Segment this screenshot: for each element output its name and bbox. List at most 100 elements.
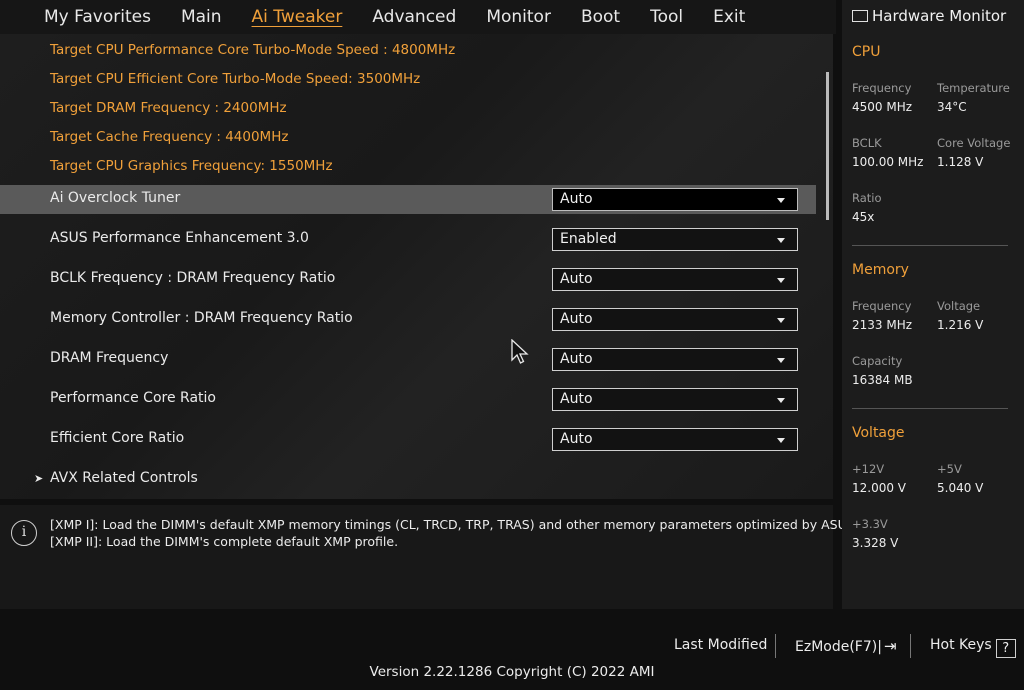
dropdown-value: Enabled: [560, 231, 617, 247]
chevron-right-icon: ➤: [34, 472, 44, 485]
target-cpu-p-core-speed: Target CPU Performance Core Turbo-Mode S…: [50, 42, 456, 58]
chevron-down-icon: [777, 238, 785, 243]
help-text-xmp-1: [XMP I]: Load the DIMM's default XMP mem…: [50, 517, 859, 532]
submenu-label: AVX Related Controls: [50, 470, 198, 486]
setting-bclk-dram-ratio[interactable]: BCLK Frequency : DRAM Frequency Ratio Au…: [0, 265, 816, 294]
setting-performance-core-ratio[interactable]: Performance Core Ratio Auto: [0, 385, 816, 414]
core-voltage-label: Core Voltage: [937, 136, 1011, 150]
ai-overclock-tuner-select[interactable]: Auto: [552, 188, 798, 211]
voltage-3v3-label: +3.3V: [852, 517, 888, 531]
tab-my-favorites[interactable]: My Favorites: [0, 0, 166, 34]
question-icon: ?: [995, 639, 1016, 658]
target-cpu-graphics-frequency: Target CPU Graphics Frequency: 1550MHz: [50, 158, 333, 174]
core-voltage-value: 1.128 V: [937, 155, 984, 169]
hardware-monitor-label: Hardware Monitor: [872, 7, 1007, 25]
cpu-section-title: CPU: [852, 44, 881, 60]
memory-capacity-value: 16384 MB: [852, 373, 913, 387]
chevron-down-icon: [777, 438, 785, 443]
voltage-5v-value: 5.040 V: [937, 481, 984, 495]
dram-frequency-select[interactable]: Auto: [552, 348, 798, 371]
hot-keys-button[interactable]: Hot Keys?: [930, 637, 1016, 658]
ratio-label: Ratio: [852, 191, 882, 205]
bclk-label: BCLK: [852, 136, 882, 150]
chevron-down-icon: [777, 358, 785, 363]
memory-voltage-label: Voltage: [937, 299, 981, 313]
setting-memory-controller-dram-ratio[interactable]: Memory Controller : DRAM Frequency Ratio…: [0, 305, 816, 334]
ezmode-button[interactable]: EzMode(F7)| ⇥: [795, 637, 897, 655]
tab-boot[interactable]: Boot: [566, 0, 635, 34]
memory-section-title: Memory: [852, 262, 909, 278]
target-cache-frequency: Target Cache Frequency : 4400MHz: [50, 129, 289, 145]
setting-label: BCLK Frequency : DRAM Frequency Ratio: [50, 270, 336, 286]
tab-tool[interactable]: Tool: [635, 0, 698, 34]
dropdown-value: Auto: [560, 311, 593, 327]
cpu-frequency-value: 4500 MHz: [852, 100, 913, 114]
cpu-temperature-value: 34°C: [937, 100, 967, 114]
settings-panel: Target CPU Performance Core Turbo-Mode S…: [0, 34, 833, 499]
setting-label: DRAM Frequency: [50, 350, 169, 366]
tab-ai-tweaker[interactable]: Ai Tweaker: [237, 0, 358, 34]
footer-separator: [775, 634, 776, 658]
setting-label: Performance Core Ratio: [50, 390, 216, 406]
tab-advanced[interactable]: Advanced: [357, 0, 471, 34]
voltage-section-title: Voltage: [852, 425, 905, 441]
hardware-monitor-panel: Hardware Monitor CPU Frequency 4500 MHz …: [842, 0, 1024, 609]
voltage-3v3-value: 3.328 V: [852, 536, 899, 550]
top-menu-bar: My Favorites Main Ai Tweaker Advanced Mo…: [0, 0, 836, 34]
submenu-avx-related-controls[interactable]: ➤ AVX Related Controls: [34, 470, 198, 486]
chevron-down-icon: [777, 318, 785, 323]
hardware-monitor-title: Hardware Monitor: [852, 7, 1006, 25]
tab-main[interactable]: Main: [166, 0, 237, 34]
divider: [852, 245, 1008, 246]
chevron-down-icon: [777, 398, 785, 403]
info-icon: i: [11, 520, 37, 546]
efficient-core-ratio-select[interactable]: Auto: [552, 428, 798, 451]
tab-monitor[interactable]: Monitor: [471, 0, 566, 34]
performance-core-ratio-select[interactable]: Auto: [552, 388, 798, 411]
dropdown-value: Auto: [560, 431, 593, 447]
setting-label: Efficient Core Ratio: [50, 430, 185, 446]
setting-ai-overclock-tuner[interactable]: Ai Overclock Tuner Auto: [0, 185, 816, 214]
version-text: Version 2.22.1286 Copyright (C) 2022 AMI: [369, 664, 655, 680]
target-cpu-e-core-speed: Target CPU Efficient Core Turbo-Mode Spe…: [50, 71, 421, 87]
tab-exit[interactable]: Exit: [698, 0, 760, 34]
bclk-dram-ratio-select[interactable]: Auto: [552, 268, 798, 291]
ezmode-label: EzMode(F7)|: [795, 639, 882, 655]
footer-separator: [910, 634, 911, 658]
voltage-5v-label: +5V: [937, 462, 962, 476]
memory-voltage-value: 1.216 V: [937, 318, 984, 332]
memory-capacity-label: Capacity: [852, 354, 903, 368]
help-panel: i [XMP I]: Load the DIMM's default XMP m…: [0, 505, 859, 609]
dropdown-value: Auto: [560, 271, 593, 287]
divider: [852, 408, 1008, 409]
memory-controller-dram-ratio-select[interactable]: Auto: [552, 308, 798, 331]
dropdown-value: Auto: [560, 391, 593, 407]
setting-label: ASUS Performance Enhancement 3.0: [50, 230, 309, 246]
setting-label: Ai Overclock Tuner: [50, 190, 181, 206]
dropdown-value: Auto: [560, 351, 593, 367]
asus-performance-enhancement-select[interactable]: Enabled: [552, 228, 798, 251]
hot-keys-label: Hot Keys: [930, 637, 992, 653]
ratio-value: 45x: [852, 210, 875, 224]
last-modified-button[interactable]: Last Modified: [674, 637, 767, 653]
setting-efficient-core-ratio[interactable]: Efficient Core Ratio Auto: [0, 425, 816, 454]
scrollbar[interactable]: [826, 72, 829, 220]
voltage-12v-value: 12.000 V: [852, 481, 907, 495]
target-dram-frequency: Target DRAM Frequency : 2400MHz: [50, 100, 287, 116]
chevron-down-icon: [777, 278, 785, 283]
chevron-down-icon: [777, 198, 785, 203]
help-text-xmp-2: [XMP II]: Load the DIMM's complete defau…: [50, 534, 399, 549]
setting-dram-frequency[interactable]: DRAM Frequency Auto: [0, 345, 816, 374]
memory-frequency-value: 2133 MHz: [852, 318, 913, 332]
memory-frequency-label: Frequency: [852, 299, 912, 313]
mouse-cursor-icon: [511, 339, 529, 364]
footer-bar: Last Modified EzMode(F7)| ⇥ Hot Keys? Ver…: [0, 609, 1024, 690]
setting-asus-performance-enhancement[interactable]: ASUS Performance Enhancement 3.0 Enabled: [0, 225, 816, 254]
cpu-frequency-label: Frequency: [852, 81, 912, 95]
dropdown-value: Auto: [560, 191, 593, 207]
voltage-12v-label: +12V: [852, 462, 885, 476]
monitor-icon: [852, 10, 868, 22]
exit-arrow-icon: ⇥: [883, 637, 897, 655]
cpu-temperature-label: Temperature: [937, 81, 1010, 95]
setting-label: Memory Controller : DRAM Frequency Ratio: [50, 310, 353, 326]
